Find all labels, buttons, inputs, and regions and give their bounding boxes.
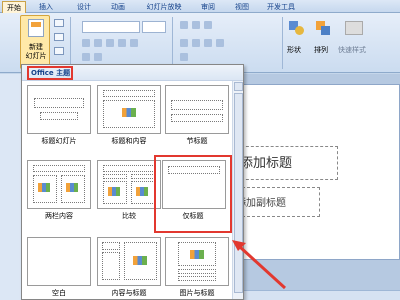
layout-label: 标题和内容: [111, 137, 147, 145]
layout-icon[interactable]: [54, 19, 64, 27]
layout-section-header[interactable]: [165, 85, 229, 134]
shadow-icon[interactable]: [130, 39, 138, 47]
tab-design[interactable]: 设计: [74, 1, 94, 13]
layout-content-with-caption[interactable]: [97, 237, 161, 286]
selected-layout-highlight: [154, 155, 232, 233]
align-left-icon[interactable]: [180, 39, 188, 47]
tab-slideshow[interactable]: 幻灯片放映: [142, 1, 186, 13]
font-name-dropdown[interactable]: [82, 21, 140, 33]
layout-blank[interactable]: [27, 237, 91, 286]
arrange-label: 排列: [314, 46, 328, 54]
tab-animation[interactable]: 动画: [108, 1, 128, 13]
numbering-icon[interactable]: [192, 21, 200, 29]
layout-comparison[interactable]: [97, 160, 161, 209]
gallery-header: Office 主题: [22, 65, 243, 81]
case-icon[interactable]: [94, 53, 102, 61]
tab-insert[interactable]: 插入: [36, 1, 56, 13]
arrange-icon[interactable]: [316, 21, 330, 35]
font-color-icon[interactable]: [82, 53, 90, 61]
italic-icon[interactable]: [94, 39, 102, 47]
ribbon-separator: [282, 17, 283, 69]
underline-icon[interactable]: [106, 39, 114, 47]
tab-view[interactable]: 视图: [232, 1, 252, 13]
layout-label: 标题幻灯片: [41, 137, 77, 145]
justify-icon[interactable]: [216, 39, 224, 47]
bold-icon[interactable]: [82, 39, 90, 47]
indent-icon[interactable]: [204, 21, 212, 29]
layout-gallery-dropdown: Office 主题 标题幻灯片 标题和内容 节标题 两栏内容 比较 仅标题 空白…: [21, 64, 244, 300]
tab-review[interactable]: 审阅: [198, 1, 218, 13]
new-slide-icon: [28, 19, 44, 37]
layout-label: 空白: [52, 289, 66, 297]
new-slide-button[interactable]: 新建 幻灯片: [20, 15, 50, 69]
shapes-icon[interactable]: [289, 21, 305, 35]
tab-developer[interactable]: 开发工具: [264, 1, 298, 13]
quick-styles-label: 快速样式: [338, 46, 366, 54]
reset-icon[interactable]: [54, 33, 64, 41]
quick-styles-icon[interactable]: [345, 21, 363, 35]
gallery-scrollbar[interactable]: [232, 81, 243, 299]
scrollbar-thumb[interactable]: [234, 93, 243, 293]
powerpoint-window: 开始 插入 设计 动画 幻灯片放映 审阅 视图 开发工具 新建 幻灯片 形状 排…: [0, 0, 400, 300]
new-slide-label: 新建 幻灯片: [25, 43, 47, 60]
ribbon-separator: [70, 17, 71, 69]
shapes-label: 形状: [287, 46, 301, 54]
align-center-icon[interactable]: [192, 39, 200, 47]
ribbon-separator: [172, 17, 173, 69]
bullets-icon[interactable]: [180, 21, 188, 29]
scroll-up-arrow-icon[interactable]: [234, 82, 243, 91]
layout-title-slide[interactable]: [27, 85, 91, 134]
align-right-icon[interactable]: [204, 39, 212, 47]
layout-title-and-content[interactable]: [97, 85, 161, 134]
layout-two-content[interactable]: [27, 160, 91, 209]
layout-label: 图片与标题: [179, 289, 215, 297]
strikethrough-icon[interactable]: [118, 39, 126, 47]
gallery-header-text: Office 主题: [31, 69, 71, 77]
layout-picture-with-caption[interactable]: [165, 237, 229, 286]
font-size-dropdown[interactable]: [142, 21, 166, 33]
layout-label: 节标题: [186, 137, 208, 145]
layout-label: 内容与标题: [111, 289, 147, 297]
delete-icon[interactable]: [54, 47, 64, 55]
layout-label: 两栏内容: [45, 212, 73, 220]
ribbon-tab-bar: 开始 插入 设计 动画 幻灯片放映 审阅 视图 开发工具: [0, 0, 400, 14]
text-direction-icon[interactable]: [180, 53, 188, 61]
title-placeholder-text: 添加标题: [240, 156, 293, 171]
status-bar: [238, 290, 400, 300]
